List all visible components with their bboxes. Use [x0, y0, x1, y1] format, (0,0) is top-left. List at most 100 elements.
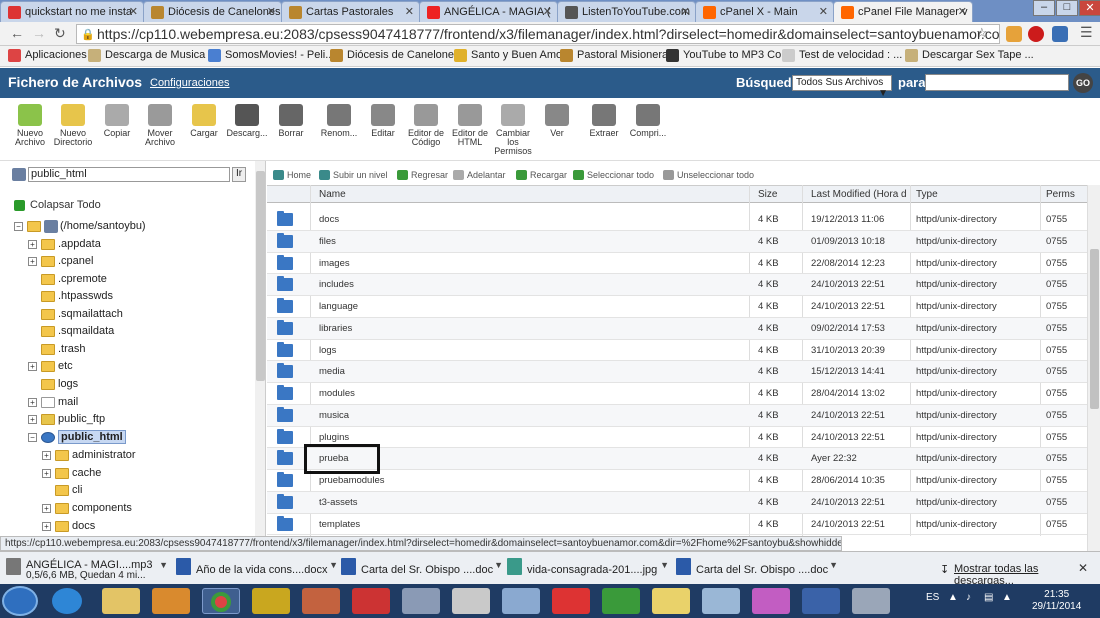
close-tab-icon[interactable]: ✕	[543, 5, 552, 18]
tree-node[interactable]: + mail	[28, 395, 228, 412]
table-row[interactable]: media 4 KB 15/12/2013 14:41 httpd/unix-dire…	[267, 361, 1087, 383]
table-row[interactable]: images 4 KB 22/08/2014 12:23 httpd/unix-dir…	[267, 253, 1087, 275]
opera-extension-icon[interactable]	[1028, 26, 1044, 42]
tree-node[interactable]: .sqmailattach	[28, 307, 228, 324]
bookmark-item[interactable]: Descargar Sex Tape ...	[905, 49, 1034, 62]
close-tab-icon[interactable]: ✕	[681, 5, 690, 18]
bookmark-item[interactable]: Santo y Buen Amor	[454, 49, 566, 62]
column-header[interactable]: Perms	[1046, 189, 1086, 200]
close-window-icon[interactable]: ✕	[1079, 0, 1100, 16]
app-icon[interactable]	[452, 588, 490, 614]
close-tab-icon[interactable]: ✕	[958, 5, 967, 18]
app-icon[interactable]	[502, 588, 540, 614]
close-tab-icon[interactable]: ✕	[819, 5, 828, 18]
tree-node[interactable]: + cache	[42, 466, 242, 483]
table-row[interactable]: modules 4 KB 28/04/2014 13:02 httpd/unix-di…	[267, 383, 1087, 405]
tree-node[interactable]: cli	[42, 483, 242, 500]
toolbar-button[interactable]: Copiar	[94, 104, 140, 138]
download-item[interactable]: ANGÉLICA - MAGI....mp3 0,5/6,6 MB, Quedan…	[4, 556, 168, 581]
tree-node[interactable]: + docs	[42, 519, 242, 536]
extension-icon[interactable]	[1052, 26, 1068, 42]
extension-icon[interactable]	[1006, 26, 1022, 42]
close-tab-icon[interactable]: ✕	[405, 5, 414, 18]
toolbar-button[interactable]: Descarg...	[224, 104, 270, 138]
toolbar-button[interactable]: Mover Archivo	[137, 104, 183, 147]
action-link[interactable]: Adelantar	[453, 170, 506, 180]
app-icon[interactable]	[802, 588, 840, 614]
menu-icon[interactable]: ☰	[1080, 24, 1093, 41]
table-row[interactable]: logs 4 KB 31/10/2013 20:39 httpd/unix-direc…	[267, 340, 1087, 362]
toolbar-button[interactable]: Ver	[534, 104, 580, 138]
volume-icon[interactable]: ♪	[966, 592, 971, 603]
table-row[interactable]: pruebamodules 4 KB 28/06/2014 10:35 httpd/u…	[267, 470, 1087, 492]
tree-node[interactable]: .htpasswds	[28, 289, 228, 306]
bookmark-item[interactable]: Descarga de Musica ...	[88, 49, 218, 62]
expand-toggle-icon[interactable]: +	[42, 522, 51, 531]
browser-tab[interactable]: Diócesis de Canelones ✕	[143, 1, 282, 22]
table-row[interactable]: templates 4 KB 24/10/2013 22:51 httpd/unix-…	[267, 514, 1087, 536]
tree-node[interactable]: + etc	[28, 359, 228, 376]
fireworks-icon[interactable]	[252, 588, 290, 614]
path-input[interactable]: public_html	[28, 167, 230, 182]
collapse-toggle-icon[interactable]: −	[14, 222, 23, 231]
start-button[interactable]	[2, 586, 38, 616]
action-link[interactable]: Regresar	[397, 170, 448, 180]
expand-toggle-icon[interactable]: +	[28, 398, 37, 407]
chevron-down-icon[interactable]: ▼	[159, 560, 168, 570]
tree-node[interactable]: .sqmaildata	[28, 324, 228, 341]
toolbar-button[interactable]: Renom...	[316, 104, 362, 138]
file-list-scrollbar-thumb[interactable]	[1090, 249, 1099, 409]
tree-node[interactable]: − public_html	[28, 430, 228, 447]
column-header[interactable]: Last Modified (Hora de v	[811, 189, 907, 200]
bookmark-item[interactable]: YouTube to MP3 Co...	[666, 49, 790, 62]
app-icon[interactable]	[652, 588, 690, 614]
chevron-down-icon[interactable]: ▼	[829, 560, 838, 570]
tree-node[interactable]: + .cpanel	[28, 254, 228, 271]
power-icon[interactable]: ▲	[1002, 592, 1012, 603]
expand-toggle-icon[interactable]: +	[28, 257, 37, 266]
tree-node[interactable]: .trash	[28, 342, 228, 359]
expand-toggle-icon[interactable]: +	[42, 504, 51, 513]
tree-node[interactable]: + .appdata	[28, 237, 228, 254]
table-row[interactable]: includes 4 KB 24/10/2013 22:51 httpd/unix-d…	[267, 274, 1087, 296]
toolbar-button[interactable]: Cambiar los Permisos	[490, 104, 536, 156]
bookmark-item[interactable]: Diócesis de Canelones	[330, 49, 460, 62]
tree-node[interactable]: + administrator	[42, 448, 242, 465]
tree-root[interactable]: − (/home/santoybu)	[14, 219, 214, 236]
expand-toggle-icon[interactable]: +	[28, 362, 37, 371]
column-header[interactable]: Name	[319, 189, 739, 200]
action-link[interactable]: Unseleccionar todo	[663, 170, 754, 180]
go-path-button[interactable]: Ir	[232, 167, 246, 182]
column-header[interactable]: Size	[758, 189, 806, 200]
tree-node[interactable]: .cpremote	[28, 272, 228, 289]
back-icon[interactable]: ←	[10, 25, 24, 41]
bookmark-item[interactable]: Pastoral Misionera	[560, 49, 668, 62]
column-header[interactable]: Type	[916, 189, 1036, 200]
minimize-icon[interactable]: –	[1033, 0, 1055, 16]
app-icon[interactable]	[302, 588, 340, 614]
internet-explorer-icon[interactable]	[52, 588, 82, 614]
bookmark-item[interactable]: Aplicaciones	[8, 49, 87, 62]
bookmark-item[interactable]: Test de velocidad : ...	[782, 49, 902, 62]
app-icon[interactable]	[552, 588, 590, 614]
bookmark-item[interactable]: SomosMovies! - Peli...	[208, 49, 334, 62]
search-scope-select[interactable]: Todos Sus Archivos ▼	[792, 75, 892, 99]
settings-link[interactable]: Configuraciones	[150, 77, 230, 89]
file-explorer-icon[interactable]	[102, 588, 140, 614]
toolbar-button[interactable]: Editor de Código	[403, 104, 449, 147]
tree-scrollbar[interactable]	[255, 161, 265, 536]
table-row[interactable]: language 4 KB 24/10/2013 22:51 httpd/unix-d…	[267, 296, 1087, 318]
table-row[interactable]: libraries 4 KB 09/02/2014 17:53 httpd/unix-…	[267, 317, 1087, 340]
toolbar-button[interactable]: Cargar	[181, 104, 227, 138]
browser-tab[interactable]: cPanel File Manager v ✕	[833, 1, 973, 22]
expand-toggle-icon[interactable]: +	[42, 469, 51, 478]
action-link[interactable]: Recargar	[516, 170, 567, 180]
browser-tab[interactable]: quickstart no me insta ✕	[0, 1, 144, 22]
download-item[interactable]: Carta del Sr. Obispo ....doc ▼	[674, 556, 838, 581]
collapse-toggle-icon[interactable]: −	[28, 433, 37, 442]
file-list-scrollbar[interactable]	[1087, 185, 1100, 551]
chevron-down-icon[interactable]: ▼	[494, 560, 503, 570]
table-row[interactable]: docs 4 KB 19/12/2013 11:06 httpd/unix-direc…	[267, 209, 1087, 231]
app-icon[interactable]	[352, 588, 390, 614]
network-icon[interactable]: ▤	[984, 592, 993, 603]
